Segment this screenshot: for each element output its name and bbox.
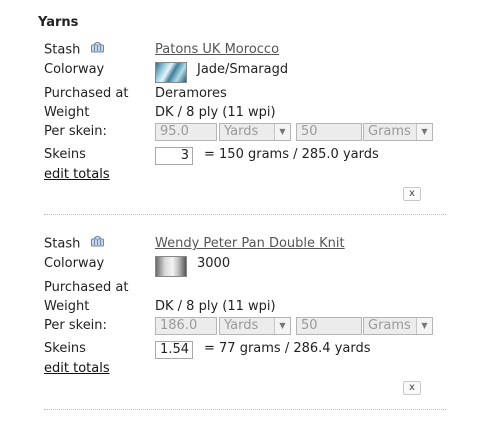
colorway-value: 3000 <box>197 256 231 271</box>
purchased-at-value: Deramores <box>155 86 227 101</box>
colorway-value: Jade/Smaragd <box>197 62 289 77</box>
per-skein-weight-input[interactable]: 50 <box>296 123 362 141</box>
weight-unit-value: Grams <box>368 318 411 333</box>
edit-totals-link[interactable]: edit totals <box>44 165 110 185</box>
per-skein-length-input[interactable]: 95.0 <box>155 123 217 141</box>
weight-value: DK / 8 ply (11 wpi) <box>155 105 276 120</box>
totals-text: = 150 grams / 285.0 yards <box>204 147 379 162</box>
chevron-down-icon: ▼ <box>274 318 290 334</box>
colorway-label: Colorway <box>44 256 105 271</box>
per-skein-label: Per skein: <box>44 318 107 333</box>
yarn-entry: Stash Wendy Peter Pan Double Knit Colorw… <box>44 234 444 404</box>
skeins-label: Skeins <box>44 341 86 356</box>
weight-unit-value: Grams <box>368 124 411 139</box>
per-skein-length-input[interactable]: 186.0 <box>155 317 217 335</box>
yarn-entry: Stash Patons UK Morocco Colorway Jade/Sm… <box>44 40 444 210</box>
chevron-down-icon: ▼ <box>274 124 290 140</box>
divider <box>44 214 446 215</box>
yarn-name-link[interactable]: Patons UK Morocco <box>155 40 279 60</box>
edit-totals-link[interactable]: edit totals <box>44 359 110 379</box>
chevron-down-icon: ▼ <box>416 124 432 140</box>
stash-label-text: Stash <box>44 236 81 252</box>
totals-text: = 77 grams / 286.4 yards <box>204 341 371 356</box>
weight-label: Weight <box>44 105 90 120</box>
weight-unit-select[interactable]: Grams ▼ <box>363 317 433 335</box>
colorway-swatch-image <box>155 256 187 277</box>
per-skein-weight-input[interactable]: 50 <box>296 317 362 335</box>
remove-yarn-button[interactable]: x <box>403 381 421 395</box>
length-unit-select[interactable]: Yards ▼ <box>219 123 291 141</box>
divider <box>44 409 446 410</box>
weight-label: Weight <box>44 299 90 314</box>
colorway-label: Colorway <box>44 62 105 77</box>
chevron-down-icon: ▼ <box>416 318 432 334</box>
stash-label-text: Stash <box>44 42 81 58</box>
per-skein-label: Per skein: <box>44 124 107 139</box>
stash-label: Stash <box>44 234 105 255</box>
purchased-at-label: Purchased at <box>44 86 129 101</box>
length-unit-select[interactable]: Yards ▼ <box>219 317 291 335</box>
skeins-label: Skeins <box>44 147 86 162</box>
skeins-input[interactable]: 1.54 <box>155 341 193 359</box>
remove-yarn-button[interactable]: x <box>403 187 421 201</box>
stash-basket-icon <box>90 40 105 60</box>
section-title: Yarns <box>38 15 79 30</box>
colorway-swatch-image <box>155 62 187 83</box>
skeins-input[interactable]: 3 <box>155 147 193 165</box>
length-unit-value: Yards <box>224 318 259 333</box>
stash-basket-icon <box>90 234 105 254</box>
length-unit-value: Yards <box>224 124 259 139</box>
weight-value: DK / 8 ply (11 wpi) <box>155 299 276 314</box>
weight-unit-select[interactable]: Grams ▼ <box>363 123 433 141</box>
yarn-name-link[interactable]: Wendy Peter Pan Double Knit <box>155 234 345 254</box>
purchased-at-label: Purchased at <box>44 280 129 295</box>
stash-label: Stash <box>44 40 105 61</box>
